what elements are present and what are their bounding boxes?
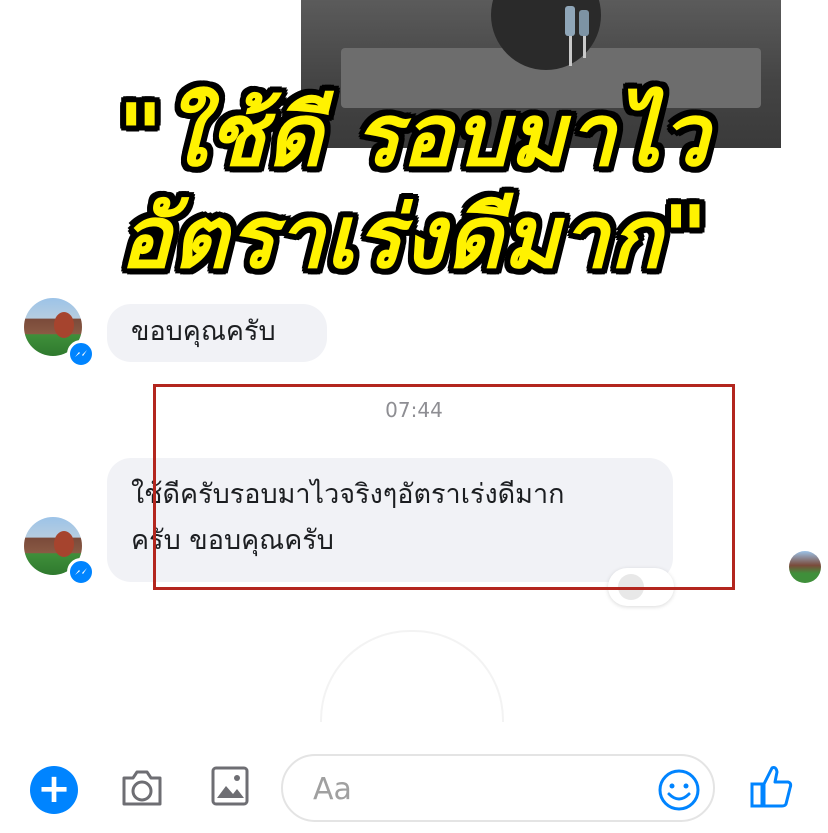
read-receipt-avatar [789, 551, 821, 583]
highlight-box [153, 384, 735, 590]
smiley-icon[interactable] [657, 768, 701, 812]
messenger-icon [67, 340, 95, 368]
message-text: ขอบคุณครับ [131, 316, 276, 347]
message-input[interactable]: Aa [281, 754, 715, 822]
image-icon[interactable] [210, 764, 250, 808]
faint-decoration [320, 630, 504, 722]
input-placeholder: Aa [313, 772, 352, 807]
plus-icon[interactable]: + [30, 766, 78, 814]
messenger-icon [67, 558, 95, 586]
keys-graphic [565, 6, 589, 66]
composer-toolbar: + Aa [0, 746, 828, 833]
avatar-tree [54, 312, 74, 338]
headline-line-1: "ใช้ดี รอบมาไว [118, 86, 710, 186]
camera-icon[interactable] [118, 764, 166, 812]
headline-line-2: อัตราเร่งดีมาก" [119, 188, 709, 288]
thumbs-up-icon[interactable] [748, 762, 796, 810]
message-bubble[interactable]: ขอบคุณครับ [107, 304, 327, 362]
avatar-tree [54, 531, 74, 557]
